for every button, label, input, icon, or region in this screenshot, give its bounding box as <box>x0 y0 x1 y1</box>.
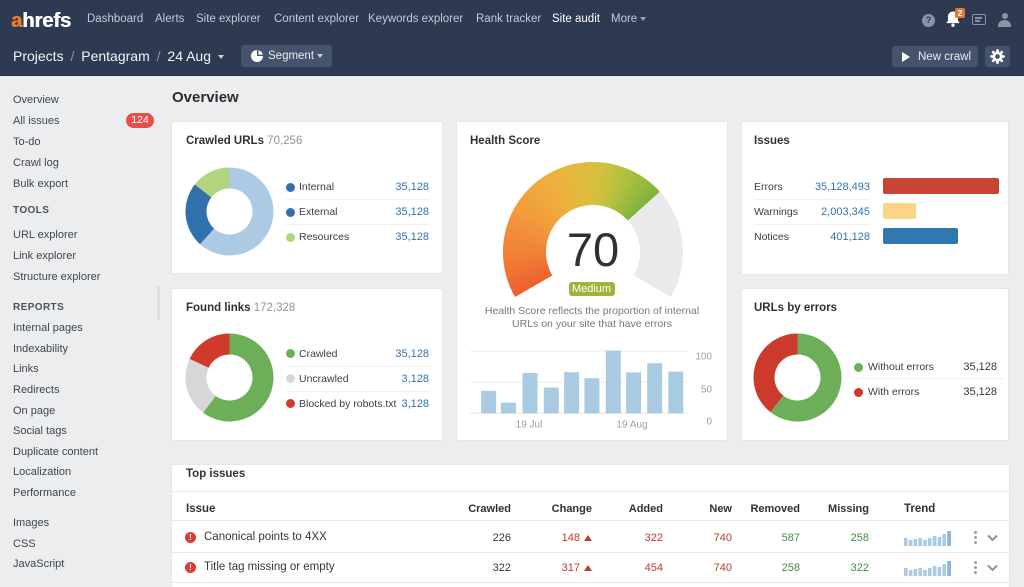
svg-text:19 Jul: 19 Jul <box>516 420 543 431</box>
svg-text:19 Aug: 19 Aug <box>616 420 647 431</box>
svg-text:0: 0 <box>706 417 712 428</box>
svg-text:100: 100 <box>695 352 712 363</box>
svg-text:50: 50 <box>701 385 713 396</box>
